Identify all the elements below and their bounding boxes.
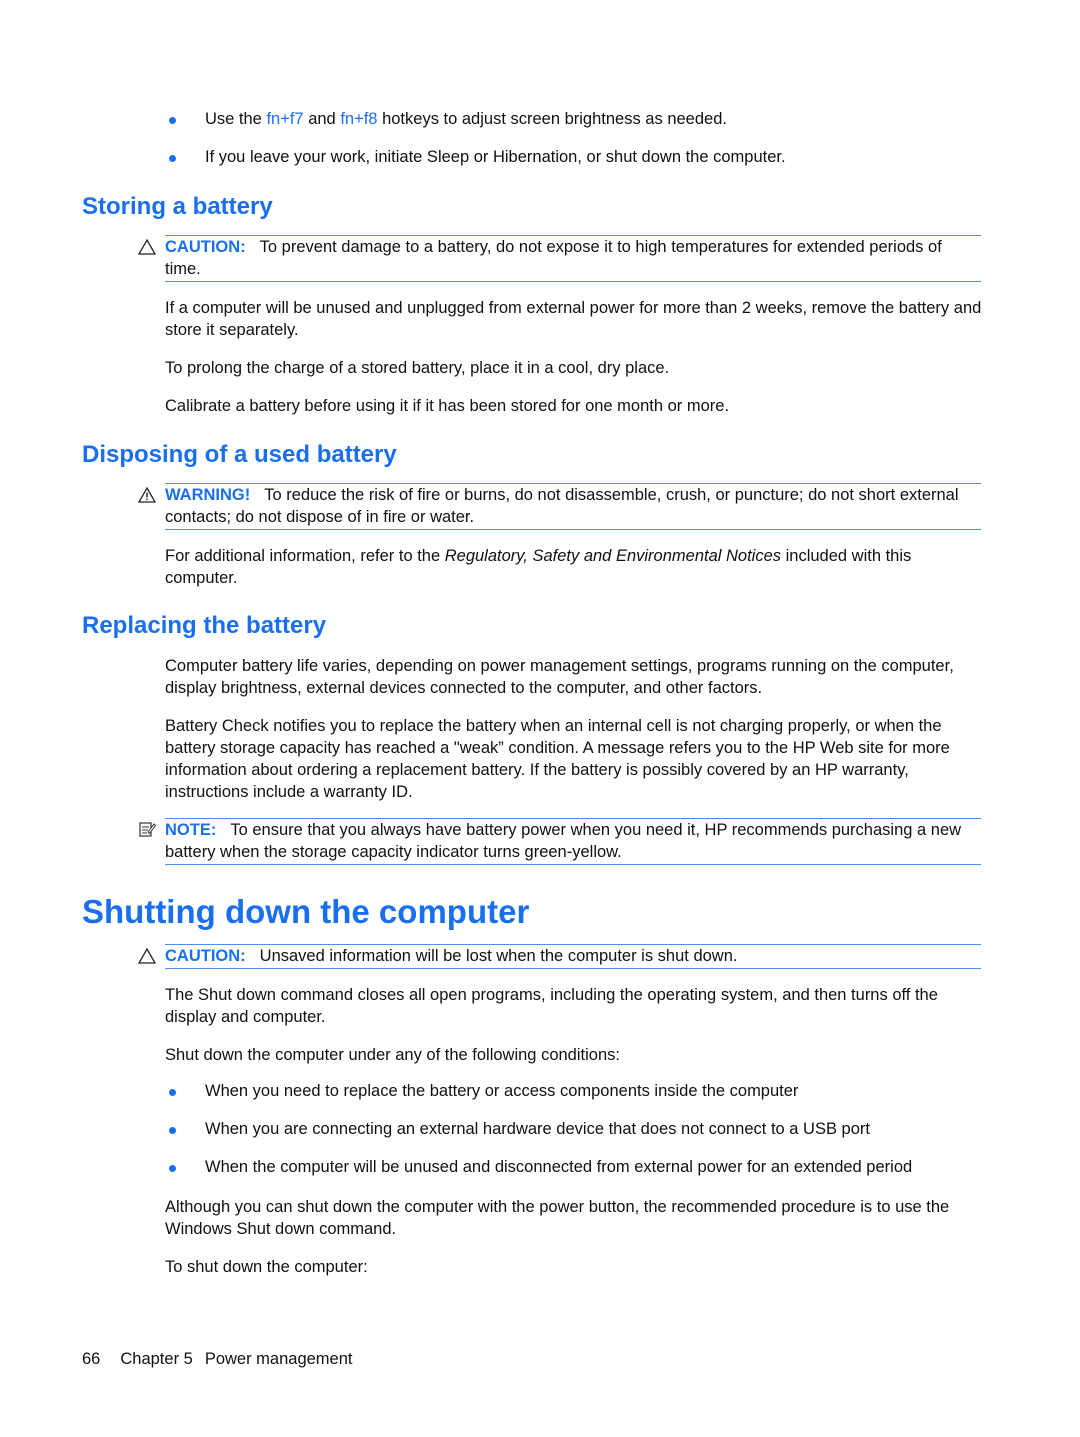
section-heading-storing: Storing a battery (82, 193, 273, 220)
caution-label: CAUTION: (165, 238, 246, 256)
bullet-icon (169, 1089, 176, 1096)
bullet-icon (169, 117, 176, 124)
warning-text: To reduce the risk of fire or burns, do … (165, 486, 959, 526)
list-item: When you need to replace the battery or … (205, 1082, 799, 1100)
warning-label: WARNING! (165, 486, 251, 504)
paragraph: Calibrate a battery before using it if i… (165, 397, 730, 415)
bullet-icon (169, 155, 176, 162)
page-section-title: Shutting down the computer (82, 893, 530, 930)
caution-notice: CAUTION: Unsaved information will be lost… (165, 944, 981, 969)
caution-label: CAUTION: (165, 947, 246, 965)
paragraph: The Shut down command closes all open pr… (165, 986, 938, 1026)
paragraph: Computer battery life varies, depending … (165, 657, 954, 697)
hotkey-fn-f8: fn+f8 (340, 110, 378, 128)
caution-triangle-icon (138, 238, 156, 255)
list-item: Use the fn+f7 and fn+f8 hotkeys to adjus… (205, 110, 727, 129)
caution-triangle-icon (138, 947, 156, 964)
paragraph: To prolong the charge of a stored batter… (165, 359, 670, 377)
paragraph: If a computer will be unused and unplugg… (165, 299, 982, 339)
page-footer: 66 Chapter 5 Power management (82, 1350, 373, 1369)
section-heading-replacing: Replacing the battery (82, 612, 327, 639)
page-number: 66 (82, 1350, 101, 1368)
paragraph: Shut down the computer under any of the … (165, 1046, 620, 1064)
warning-notice: WARNING! To reduce the risk of fire or bu… (165, 483, 981, 530)
warning-triangle-icon (138, 486, 156, 503)
bullet-icon (169, 1165, 176, 1172)
paragraph: Although you can shut down the computer … (165, 1198, 950, 1238)
paragraph-text: For additional information, refer to the (165, 547, 445, 565)
bullet-icon (169, 1127, 176, 1134)
chapter-number: Chapter 5 (120, 1350, 193, 1368)
paragraph: To shut down the computer: (165, 1258, 368, 1276)
chapter-title: Power management (204, 1350, 353, 1368)
paragraph: Battery Check notifies you to replace th… (165, 717, 950, 801)
caution-text: To prevent damage to a battery, do not e… (165, 238, 942, 278)
note-label: NOTE: (165, 821, 217, 839)
note-notice: NOTE: To ensure that you always have batt… (165, 818, 981, 865)
paragraph: For additional information, refer to the… (165, 545, 985, 589)
list-item-text: Use the (205, 110, 267, 128)
list-item-text: and (303, 110, 341, 128)
list-item: When you are connecting an external hard… (205, 1120, 870, 1138)
document-title-reference: Regulatory, Safety and Environmental Not… (444, 547, 782, 565)
list-item: If you leave your work, initiate Sleep o… (205, 148, 786, 166)
note-pad-icon (139, 822, 156, 837)
section-heading-disposing: Disposing of a used battery (82, 441, 397, 468)
note-text: To ensure that you always have battery p… (165, 821, 962, 861)
caution-text: Unsaved information will be lost when th… (259, 947, 738, 965)
list-item: When the computer will be unused and dis… (205, 1158, 913, 1176)
hotkey-fn-f7: fn+f7 (266, 110, 304, 128)
caution-notice: CAUTION: To prevent damage to a battery, … (165, 235, 981, 282)
list-item-text: hotkeys to adjust screen brightness as n… (377, 110, 727, 128)
